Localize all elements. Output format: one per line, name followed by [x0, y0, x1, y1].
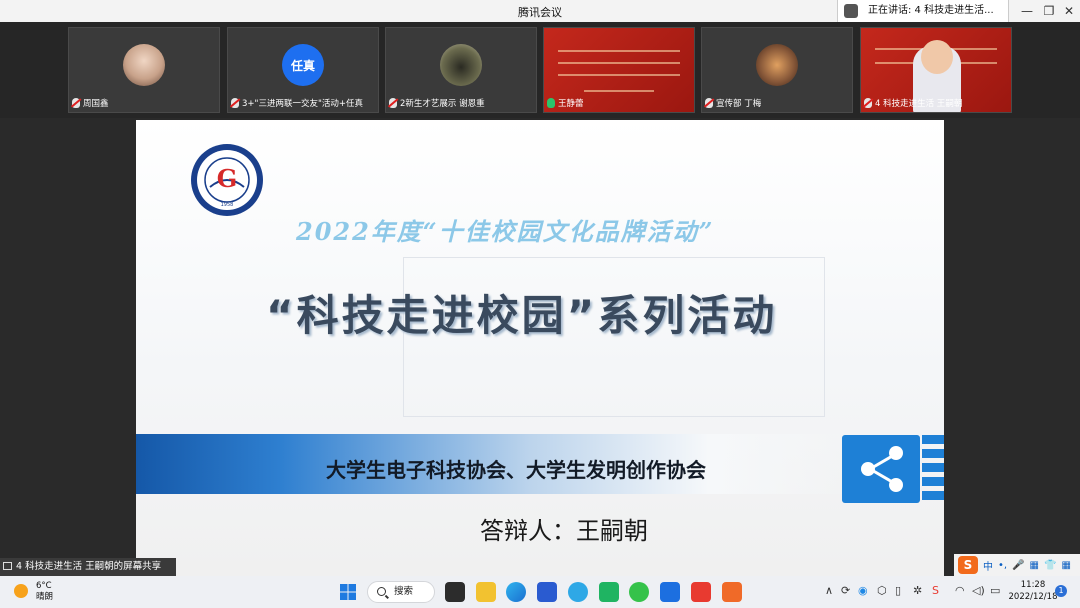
weather-temp: 6°C [36, 581, 52, 591]
slide-organizers: 大学生电子科技协会、大学生发明创作协会 [326, 458, 706, 482]
skin-icon[interactable]: 👕 [1044, 560, 1056, 571]
participant-avatar [440, 44, 482, 86]
participant-avatar [756, 44, 798, 86]
screen-share-icon [3, 562, 12, 570]
punctuation-icon[interactable]: •, [998, 560, 1007, 571]
person-face [921, 40, 953, 74]
edge-icon[interactable] [506, 582, 526, 602]
mic-on-icon [547, 98, 555, 108]
battery-icon[interactable]: ▭ [990, 584, 1000, 597]
keyboard-icon[interactable]: ▦ [1030, 560, 1039, 571]
participant-name: 宣传部 丁梅 [716, 99, 762, 109]
tray-shield-icon[interactable]: ⬡ [877, 584, 887, 597]
svg-text:G: G [217, 164, 238, 193]
wifi-icon[interactable]: ◠ [955, 584, 965, 597]
wechat-icon[interactable] [629, 582, 649, 602]
app-green-icon[interactable] [599, 582, 619, 602]
search-label: 搜索 [394, 586, 414, 597]
taskbar-search[interactable]: 搜索 [367, 581, 435, 603]
clock-time: 11:28 [1020, 580, 1046, 590]
mic-muted-icon [72, 98, 80, 108]
slide-defender: 答辩人：王嗣朝 [480, 517, 648, 545]
start-icon[interactable] [338, 582, 358, 602]
system-clock[interactable]: 11:28 2022/12/18 [1008, 579, 1058, 603]
shared-screen-area: G 1958 2022年度“十佳校园文化品牌活动” “科技走进校园”系列活动 大… [0, 118, 1080, 578]
participant-name: 周国鑫 [83, 99, 109, 109]
slide-subtitle: 2022年度“十佳校园文化品牌活动” [296, 217, 715, 246]
participant-tile[interactable]: 2新生才艺展示 谢恩重 [385, 27, 537, 113]
mic-muted-icon [231, 98, 239, 108]
weather-desc: 晴朗 [36, 592, 54, 602]
weather-sun-icon [14, 584, 28, 598]
participant-avatar: 任真 [282, 44, 324, 86]
speaker-avatar [844, 4, 858, 18]
participant-name: 4 科技走进生活 王嗣朝 [875, 99, 963, 109]
participant-tile[interactable]: 周国鑫 [68, 27, 220, 113]
mic-muted-icon [705, 98, 713, 108]
sync-icon[interactable]: ⟳ [841, 584, 850, 597]
close-icon[interactable]: ✕ [1056, 0, 1080, 22]
tencent-meeting-icon[interactable] [660, 582, 680, 602]
participant-tile[interactable]: 4 科技走进生活 王嗣朝 [860, 27, 1012, 113]
participant-avatar [123, 44, 165, 86]
sogou-logo-icon: S [958, 556, 978, 574]
participant-name: 2新生才艺展示 谢恩重 [400, 99, 485, 109]
search-icon [377, 587, 386, 596]
store-icon[interactable] [537, 582, 557, 602]
participant-tile[interactable]: 王静蕾 [543, 27, 695, 113]
microphone-icon[interactable]: 🎤 [1012, 560, 1024, 571]
slide-title: “科技走进校园”系列活动 [266, 291, 778, 340]
slide-stripes [922, 435, 944, 503]
browser-icon[interactable] [568, 582, 588, 602]
share-notice-text: 4 科技走进生活 王嗣朝的屏幕共享 [16, 561, 162, 572]
presentation-slide: G 1958 2022年度“十佳校园文化品牌活动” “科技走进校园”系列活动 大… [136, 120, 944, 576]
share-icon [842, 435, 920, 503]
tray-mic-icon[interactable]: ▯ [895, 584, 901, 597]
speaking-indicator[interactable]: 正在讲话: 4 科技走进生活... [837, 0, 1009, 22]
participant-name: 3+"三进两联一交友"活动+任真 [242, 99, 363, 109]
screen-share-notice[interactable]: 4 科技走进生活 王嗣朝的屏幕共享 [0, 558, 176, 576]
mic-muted-icon [389, 98, 397, 108]
svg-text:1958: 1958 [221, 202, 234, 208]
speaking-text: 正在讲话: 4 科技走进生活... [868, 5, 994, 16]
task-view-icon[interactable] [445, 582, 465, 602]
ime-mode[interactable]: 中 [983, 558, 993, 573]
toolbox-icon[interactable]: ▦ [1061, 560, 1070, 571]
tray-app-icon[interactable]: ◉ [858, 584, 868, 597]
title-bar: 腾讯会议 正在讲话: 4 科技走进生活... — ❐ ✕ [0, 0, 1080, 22]
app-orange-icon[interactable] [722, 582, 742, 602]
chevron-up-icon[interactable]: ∧ [825, 584, 833, 597]
participant-strip: 周国鑫 任真 3+"三进两联一交友"活动+任真 2新生才艺展示 谢恩重 王静蕾 … [0, 22, 1080, 118]
wps-icon[interactable] [691, 582, 711, 602]
taskbar: 6°C 晴朗 搜索 ∧ ⟳ ◉ ⬡ ▯ ✲ S ◠ ◁) ▭ 11:28 202… [0, 576, 1080, 608]
participant-tile[interactable]: 宣传部 丁梅 [701, 27, 853, 113]
tray-sogou-icon[interactable]: S [932, 584, 939, 597]
school-logo: G 1958 [191, 144, 263, 216]
participant-name: 王静蕾 [558, 99, 584, 109]
volume-icon[interactable]: ◁) [972, 584, 985, 597]
participant-tile[interactable]: 任真 3+"三进两联一交友"活动+任真 [227, 27, 379, 113]
clock-date: 2022/12/18 [1008, 592, 1058, 602]
tray-settings-icon[interactable]: ✲ [913, 584, 922, 597]
mic-muted-icon [864, 98, 872, 108]
ime-toolbar[interactable]: S 中 •, 🎤 ▦ 👕 ▦ [954, 554, 1080, 576]
file-explorer-icon[interactable] [476, 582, 496, 602]
notification-badge[interactable]: 1 [1055, 585, 1067, 597]
